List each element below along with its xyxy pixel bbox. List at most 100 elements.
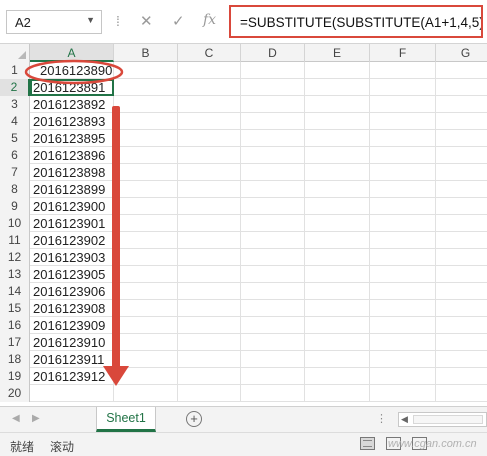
cell-g18[interactable] [436, 351, 487, 368]
cell-c9[interactable] [178, 198, 241, 215]
row-header[interactable]: 16 [0, 317, 30, 334]
cell-c19[interactable] [178, 368, 241, 385]
row-header[interactable]: 13 [0, 266, 30, 283]
row-header[interactable]: 19 [0, 368, 30, 385]
cell-g1[interactable] [436, 62, 487, 79]
cell-b2[interactable] [114, 79, 178, 96]
column-header-b[interactable]: B [114, 44, 178, 62]
cell-f18[interactable] [370, 351, 436, 368]
cell-g4[interactable] [436, 113, 487, 130]
cell-b1[interactable] [114, 62, 178, 79]
cell-e12[interactable] [305, 249, 370, 266]
cell-a8[interactable]: 2016123899 [30, 181, 114, 198]
select-all-button[interactable] [0, 44, 30, 62]
cell-e1[interactable] [305, 62, 370, 79]
cell-d10[interactable] [241, 215, 305, 232]
cell-a20[interactable] [30, 385, 114, 402]
cell-g11[interactable] [436, 232, 487, 249]
row-header[interactable]: 20 [0, 385, 30, 402]
column-header-d[interactable]: D [241, 44, 305, 62]
cell-c1[interactable] [178, 62, 241, 79]
formula-input[interactable]: =SUBSTITUTE(SUBSTITUTE(A1+1,4,5),7,8) [229, 5, 483, 38]
cell-c4[interactable] [178, 113, 241, 130]
row-header[interactable]: 2 [0, 79, 30, 96]
cell-a1[interactable]: 2016123890 [30, 62, 114, 79]
cell-b18[interactable] [114, 351, 178, 368]
cell-g2[interactable] [436, 79, 487, 96]
prev-sheet-icon[interactable]: ◀ [12, 413, 20, 424]
cell-c7[interactable] [178, 164, 241, 181]
cell-g15[interactable] [436, 300, 487, 317]
cell-b14[interactable] [114, 283, 178, 300]
cell-e11[interactable] [305, 232, 370, 249]
cell-g5[interactable] [436, 130, 487, 147]
column-header-f[interactable]: F [370, 44, 436, 62]
cell-f15[interactable] [370, 300, 436, 317]
row-header[interactable]: 1 [0, 62, 30, 79]
cell-d12[interactable] [241, 249, 305, 266]
cell-g8[interactable] [436, 181, 487, 198]
cell-c6[interactable] [178, 147, 241, 164]
cell-d18[interactable] [241, 351, 305, 368]
cell-b11[interactable] [114, 232, 178, 249]
cell-f6[interactable] [370, 147, 436, 164]
next-sheet-icon[interactable]: ▶ [32, 413, 40, 424]
cell-c10[interactable] [178, 215, 241, 232]
cell-b10[interactable] [114, 215, 178, 232]
row-header[interactable]: 7 [0, 164, 30, 181]
cell-e5[interactable] [305, 130, 370, 147]
cell-a13[interactable]: 2016123905 [30, 266, 114, 283]
cell-g3[interactable] [436, 96, 487, 113]
row-header[interactable]: 9 [0, 198, 30, 215]
row-header[interactable]: 5 [0, 130, 30, 147]
cell-c18[interactable] [178, 351, 241, 368]
cell-g9[interactable] [436, 198, 487, 215]
cell-d17[interactable] [241, 334, 305, 351]
cell-a18[interactable]: 2016123911 [30, 351, 114, 368]
row-header[interactable]: 17 [0, 334, 30, 351]
cell-f17[interactable] [370, 334, 436, 351]
cell-c13[interactable] [178, 266, 241, 283]
column-header-g[interactable]: G [436, 44, 487, 62]
cell-d14[interactable] [241, 283, 305, 300]
cell-c14[interactable] [178, 283, 241, 300]
cell-f13[interactable] [370, 266, 436, 283]
add-sheet-button[interactable]: + [186, 411, 202, 427]
cell-d6[interactable] [241, 147, 305, 164]
cell-a15[interactable]: 2016123908 [30, 300, 114, 317]
row-header[interactable]: 14 [0, 283, 30, 300]
cell-b9[interactable] [114, 198, 178, 215]
cell-f7[interactable] [370, 164, 436, 181]
cell-d3[interactable] [241, 96, 305, 113]
row-header[interactable]: 10 [0, 215, 30, 232]
cell-d19[interactable] [241, 368, 305, 385]
cell-c2[interactable] [178, 79, 241, 96]
cell-e4[interactable] [305, 113, 370, 130]
cell-d4[interactable] [241, 113, 305, 130]
cell-e16[interactable] [305, 317, 370, 334]
cell-a11[interactable]: 2016123902 [30, 232, 114, 249]
cell-d7[interactable] [241, 164, 305, 181]
cell-b12[interactable] [114, 249, 178, 266]
scrollbar-thumb[interactable] [413, 415, 483, 424]
row-header[interactable]: 8 [0, 181, 30, 198]
cell-b16[interactable] [114, 317, 178, 334]
sheet-tab-sheet1[interactable]: Sheet1 [96, 407, 156, 432]
cell-e2[interactable] [305, 79, 370, 96]
cell-f16[interactable] [370, 317, 436, 334]
cell-a3[interactable]: 2016123892 [30, 96, 114, 113]
cell-a12[interactable]: 2016123903 [30, 249, 114, 266]
cell-c5[interactable] [178, 130, 241, 147]
cell-e18[interactable] [305, 351, 370, 368]
cell-b7[interactable] [114, 164, 178, 181]
cell-a5[interactable]: 2016123895 [30, 130, 114, 147]
cell-b20[interactable] [114, 385, 178, 402]
cell-f3[interactable] [370, 96, 436, 113]
cell-d5[interactable] [241, 130, 305, 147]
cell-a10[interactable]: 2016123901 [30, 215, 114, 232]
cell-g14[interactable] [436, 283, 487, 300]
cell-d9[interactable] [241, 198, 305, 215]
column-header-a[interactable]: A [30, 44, 114, 62]
cell-d13[interactable] [241, 266, 305, 283]
cell-f11[interactable] [370, 232, 436, 249]
